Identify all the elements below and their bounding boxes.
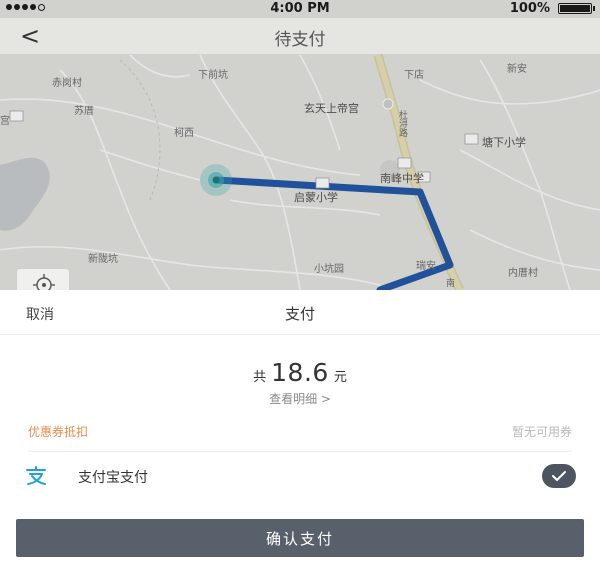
battery-tip-icon: [593, 6, 595, 11]
coupon-row[interactable]: 优惠券抵扣 暂无可用券: [0, 412, 600, 450]
sheet-title: 支付: [284, 305, 315, 323]
amount-unit: 元: [333, 370, 347, 385]
view-details-link[interactable]: 查看明细 >: [269, 392, 331, 406]
amount-prefix: 共: [253, 370, 267, 385]
confirm-payment-button[interactable]: 确认支付: [16, 519, 584, 557]
amount-total: 共 18.6 元: [0, 358, 600, 387]
pay-method-label: 支付宝支付: [78, 470, 148, 486]
battery-percent: 100%: [509, 1, 550, 16]
payment-sheet: 取消 支付 共 18.6 元 查看明细 > 优惠券抵扣 暂无可用券 支付宝支付 确认…: [0, 290, 600, 566]
coupon-status: 暂无可用券: [511, 425, 572, 439]
nav-bar: < 待支付: [0, 18, 600, 54]
coupon-label: 优惠券抵扣: [28, 425, 89, 439]
status-bar: 4:00 PM 100%: [0, 0, 600, 18]
cancel-button[interactable]: 取消: [26, 304, 54, 324]
view-details-wrapper: 查看明细 >: [0, 390, 600, 407]
divider: [28, 451, 572, 452]
pay-method-alipay[interactable]: 支付宝支付: [0, 456, 600, 496]
checkmark-icon[interactable]: [542, 464, 576, 488]
sheet-header: 取消 支付: [0, 290, 600, 335]
alipay-icon: [26, 466, 46, 485]
page-title: 待支付: [274, 30, 326, 50]
battery-icon: [558, 3, 592, 14]
amount-value: 18.6: [271, 358, 329, 387]
back-arrow-icon[interactable]: <: [20, 22, 50, 50]
